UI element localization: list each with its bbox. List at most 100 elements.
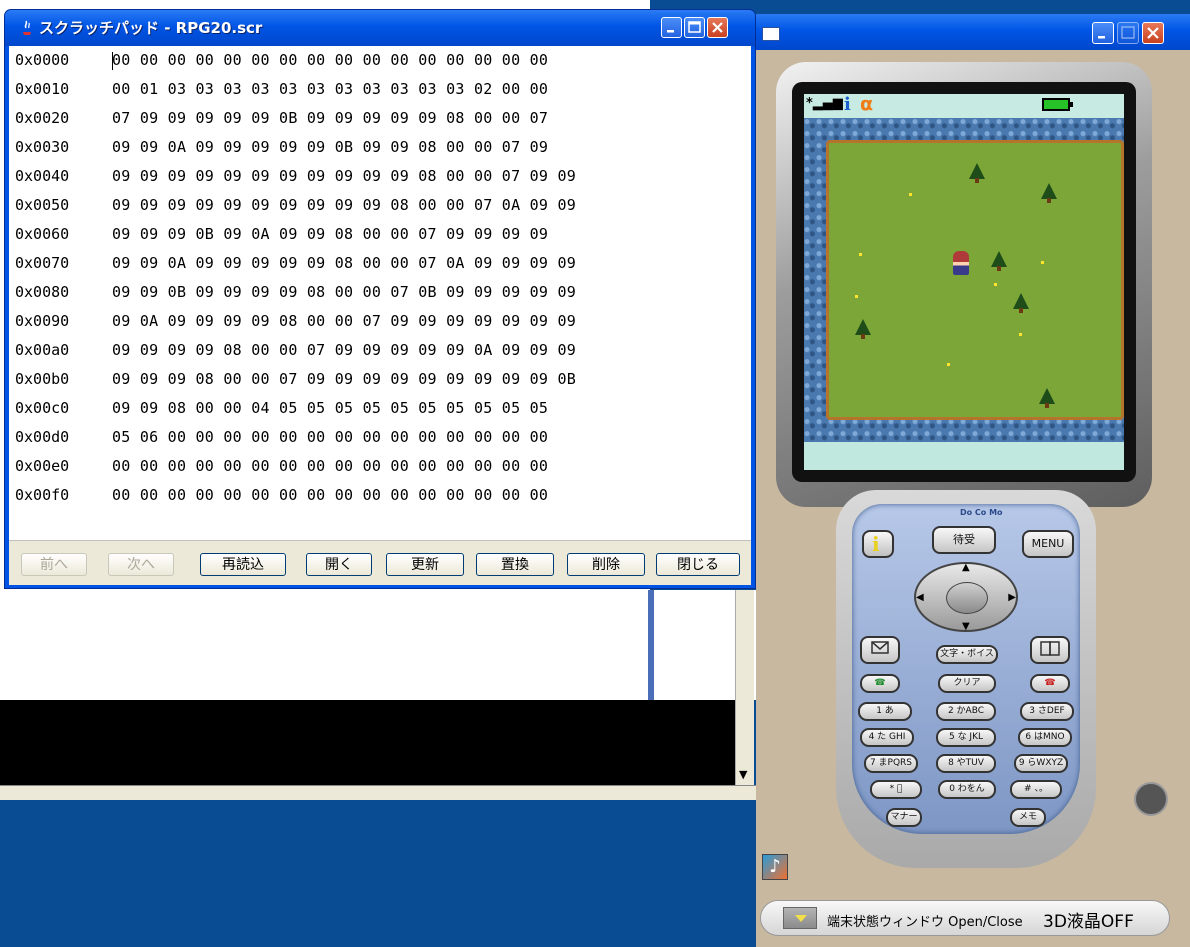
next-button[interactable]: 次へ (108, 553, 174, 576)
minimize-button[interactable] (1092, 22, 1114, 44)
moji-voice-key[interactable]: 文字・ボイス (936, 645, 998, 664)
right-arrow-icon[interactable]: ▶ (1008, 592, 1016, 603)
phone-emulator-window: *▂▄▆ i α Do Co Mo i 待受 MENU ▲ ▼ ◀ ▶ 文字・ボ… (756, 14, 1190, 947)
hex-bytes[interactable]: 09 09 08 00 00 04 05 05 05 05 05 05 05 0… (112, 394, 548, 423)
menu-key[interactable]: MENU (1022, 530, 1074, 558)
left-arrow-icon[interactable]: ◀ (916, 592, 924, 603)
navigation-pad[interactable]: ▲ ▼ ◀ ▶ (914, 562, 1018, 632)
hex-bytes[interactable]: 09 09 0A 09 09 09 09 09 08 00 00 07 0A 0… (112, 249, 576, 278)
update-button[interactable]: 更新 (386, 553, 464, 576)
hex-bytes[interactable]: 09 09 0B 09 09 09 09 08 00 00 07 0B 09 0… (112, 278, 576, 307)
hex-bytes[interactable]: 09 09 09 08 00 00 07 09 09 09 09 09 09 0… (112, 365, 576, 394)
prev-button[interactable]: 前へ (21, 553, 87, 576)
machiuke-key[interactable]: 待受 (932, 526, 996, 554)
maximize-icon (688, 21, 701, 33)
flower (994, 283, 997, 286)
key-4[interactable]: 4 た GHI (860, 728, 914, 747)
imode-key[interactable] (862, 530, 894, 558)
hex-row: 0x0010 00 01 03 03 03 03 03 03 03 03 03 0… (9, 75, 751, 104)
phone-screen: *▂▄▆ i α (804, 93, 1124, 470)
hex-row: 0x00f0 00 00 00 00 00 00 00 00 00 00 00 0… (9, 481, 751, 510)
emulator-body: *▂▄▆ i α Do Co Mo i 待受 MENU ▲ ▼ ◀ ▶ 文字・ボ… (756, 50, 1190, 947)
memo-key[interactable]: メモ (1010, 808, 1046, 827)
open-button[interactable]: 開く (306, 553, 372, 576)
down-arrow-icon[interactable]: ▼ (962, 621, 970, 632)
key-8[interactable]: 8 やTUV (936, 754, 996, 773)
window-title: スクラッチパッド - RPG20.scr (39, 19, 263, 37)
status-window-label[interactable]: 端末状態ウィンドウ Open/Close (827, 911, 1023, 930)
mail-icon (871, 641, 889, 654)
scratchpad-titlebar[interactable]: スクラッチパッド - RPG20.scr (5, 10, 755, 46)
key-0[interactable]: 0 わをん (938, 780, 996, 799)
keypad-face: Do Co Mo 待受 MENU ▲ ▼ ◀ ▶ 文字・ボイス (852, 504, 1080, 834)
reload-button[interactable]: 再読込 (200, 553, 286, 576)
status-toggle-button[interactable] (783, 907, 817, 929)
hex-address: 0x0060 (15, 225, 70, 243)
minimize-button[interactable] (661, 17, 682, 38)
mail-key[interactable] (860, 636, 900, 664)
delete-button[interactable]: 削除 (567, 553, 645, 576)
call-key[interactable]: ☎ (860, 674, 900, 693)
music-icon[interactable]: ♪ (762, 854, 788, 880)
flower (855, 295, 858, 298)
hex-bytes[interactable]: 07 09 09 09 09 09 0B 09 09 09 09 09 08 0… (112, 104, 548, 133)
terminal-status-bar: 端末状態ウィンドウ Open/Close 3D液晶OFF (760, 900, 1170, 936)
maximize-button[interactable] (1117, 22, 1139, 44)
lcd-3d-toggle[interactable]: 3D液晶OFF (1043, 907, 1134, 932)
hex-bytes[interactable]: 00 01 03 03 03 03 03 03 03 03 03 03 03 0… (112, 75, 548, 104)
phone-top-shell: *▂▄▆ i α (776, 62, 1152, 507)
phone-soft-bar (804, 442, 1124, 470)
hex-address: 0x0030 (15, 138, 70, 156)
maximize-button[interactable] (684, 17, 705, 38)
hex-bytes[interactable]: 09 09 09 09 09 09 09 09 09 09 09 08 00 0… (112, 162, 576, 191)
key-3[interactable]: 3 さDEF (1020, 702, 1074, 721)
hex-bytes[interactable]: 00 00 00 00 00 00 00 00 00 00 00 00 00 0… (112, 481, 548, 510)
key-9[interactable]: 9 らWXYZ (1014, 754, 1068, 773)
manner-key[interactable]: マナー (886, 808, 922, 827)
key-6[interactable]: 6 はMNO (1018, 728, 1072, 747)
emulator-titlebar[interactable] (756, 14, 1190, 50)
book-key[interactable] (1030, 636, 1070, 664)
key-hash[interactable]: # 、。 (1010, 780, 1062, 799)
hex-row: 0x00b0 09 09 09 08 00 00 07 09 09 09 09 0… (9, 365, 751, 394)
tree-icon (969, 163, 985, 183)
close-button[interactable] (1142, 22, 1164, 44)
key-5[interactable]: 5 な JKL (936, 728, 996, 747)
key-star[interactable]: * ﾟ (870, 780, 922, 799)
hex-address: 0x0080 (15, 283, 70, 301)
key-7[interactable]: 7 まPQRS (864, 754, 918, 773)
hex-bytes[interactable]: 09 09 09 09 09 09 09 09 09 09 08 00 00 0… (112, 191, 576, 220)
hex-bytes[interactable]: 09 09 09 0B 09 0A 09 09 08 00 00 07 09 0… (112, 220, 548, 249)
hex-bytes[interactable]: 09 09 09 09 08 00 00 07 09 09 09 09 09 0… (112, 336, 576, 365)
hex-bytes[interactable]: 09 0A 09 09 09 09 08 00 00 07 09 09 09 0… (112, 307, 576, 336)
replace-button[interactable]: 置換 (476, 553, 554, 576)
hex-row: 0x0020 07 09 09 09 09 09 0B 09 09 09 09 0… (9, 104, 751, 133)
flower (947, 363, 950, 366)
side-button[interactable] (1134, 782, 1168, 816)
hex-bytes[interactable]: 00 00 00 00 00 00 00 00 00 00 00 00 00 0… (112, 452, 548, 481)
tree-icon (991, 251, 1007, 271)
game-view[interactable] (804, 118, 1124, 442)
close-window-button[interactable]: 閉じる (656, 553, 740, 576)
select-key[interactable] (946, 582, 988, 614)
close-button[interactable] (707, 17, 728, 38)
hex-row: 0x0070 09 09 0A 09 09 09 09 09 08 00 00 0… (9, 249, 751, 278)
signal-icon: *▂▄▆ (806, 96, 843, 111)
battery-icon (1042, 98, 1073, 111)
key-1[interactable]: 1 あ (858, 702, 912, 721)
hex-bytes[interactable]: 09 09 0A 09 09 09 09 09 0B 09 09 08 00 0… (112, 133, 548, 162)
hex-bytes[interactable]: 05 06 00 00 00 00 00 00 00 00 00 00 00 0… (112, 423, 548, 452)
end-call-key[interactable]: ☎ (1030, 674, 1070, 693)
phone-status-bar: *▂▄▆ i α (804, 93, 1124, 118)
up-arrow-icon[interactable]: ▲ (962, 562, 970, 573)
hex-address: 0x0000 (15, 51, 70, 69)
key-2[interactable]: 2 かABC (936, 702, 996, 721)
clear-key[interactable]: クリア (938, 674, 996, 693)
scroll-down-icon[interactable]: ▼ (739, 768, 747, 781)
background-scrollbar[interactable]: ▼ (735, 590, 754, 785)
hex-bytes[interactable]: 00 00 00 00 00 00 00 00 00 00 00 00 00 0… (112, 46, 548, 75)
hex-editor[interactable]: 0x0000 00 00 00 00 00 00 00 00 00 00 00 0… (9, 46, 751, 540)
hex-address: 0x0090 (15, 312, 70, 330)
iappli-icon: α (860, 93, 874, 115)
grass-field (826, 140, 1124, 420)
